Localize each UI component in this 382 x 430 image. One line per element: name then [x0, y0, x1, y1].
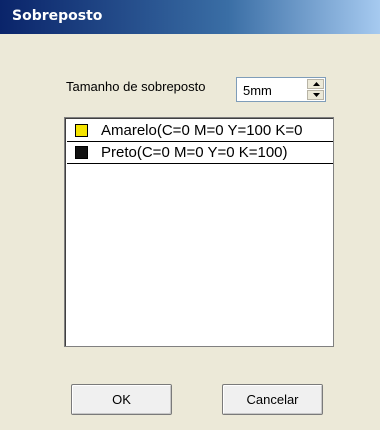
spinner-buttons: [307, 79, 324, 100]
yellow-swatch: [75, 124, 88, 137]
spin-up-button[interactable]: [307, 79, 324, 89]
title-bar[interactable]: Sobreposto: [0, 0, 380, 34]
list-item-label: Preto(C=0 M=0 Y=0 K=100): [101, 144, 288, 161]
cancel-button[interactable]: Cancelar: [222, 384, 323, 415]
list-item[interactable]: Preto(C=0 M=0 Y=0 K=100): [67, 142, 333, 164]
window-title: Sobreposto: [12, 8, 103, 24]
spin-down-button[interactable]: [307, 90, 324, 100]
color-list[interactable]: Amarelo(C=0 M=0 Y=100 K=0 Preto(C=0 M=0 …: [64, 117, 334, 347]
list-item-label: Amarelo(C=0 M=0 Y=100 K=0: [101, 122, 303, 139]
arrow-down-icon: [313, 93, 320, 97]
overlap-size-spinner[interactable]: 5mm: [236, 77, 326, 102]
overlap-size-input[interactable]: 5mm: [243, 83, 272, 98]
overlap-size-label: Tamanho de sobreposto: [66, 79, 206, 94]
ok-button[interactable]: OK: [71, 384, 172, 415]
sobreposto-dialog: Sobreposto Tamanho de sobreposto 5mm Ama…: [0, 0, 382, 430]
arrow-up-icon: [313, 82, 320, 86]
list-item[interactable]: Amarelo(C=0 M=0 Y=100 K=0: [67, 120, 333, 142]
black-swatch: [75, 146, 88, 159]
